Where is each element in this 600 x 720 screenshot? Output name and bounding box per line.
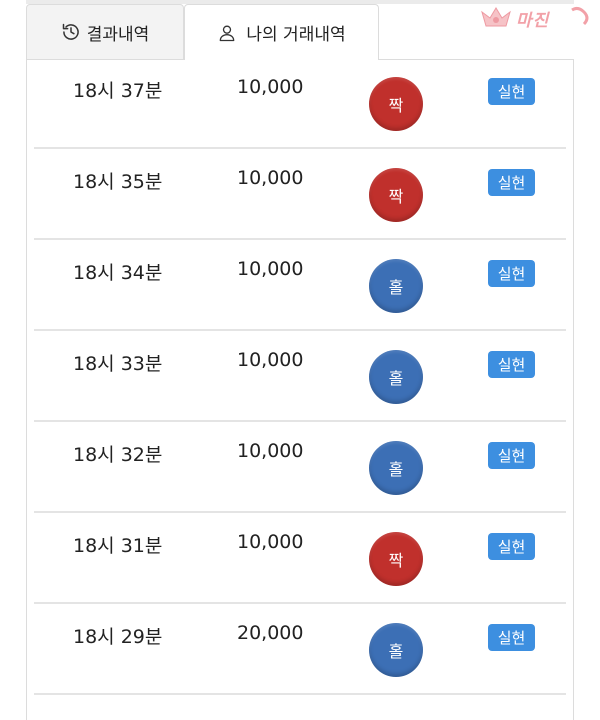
pick-ball: 홀 xyxy=(369,259,423,313)
user-icon xyxy=(220,25,235,41)
trade-amount: 10,000 xyxy=(237,258,304,280)
status-badge: 실현 xyxy=(488,351,535,378)
pick-ball: 짝 xyxy=(369,168,423,222)
history-icon xyxy=(62,23,79,40)
tab-results[interactable]: 결과내역 xyxy=(26,4,184,60)
trade-amount: 10,000 xyxy=(237,76,304,98)
trade-row: 18시 33분 10,000 홀 실현 xyxy=(34,331,566,422)
tab-results-label: 결과내역 xyxy=(86,24,150,45)
trade-row: 18시 32분 10,000 홀 실현 xyxy=(34,422,566,513)
watermark-logo-text: 마진 xyxy=(516,11,550,31)
trade-amount: 10,000 xyxy=(237,349,304,371)
trade-row: 18시 29분 20,000 홀 실현 xyxy=(34,604,566,695)
pick-ball: 홀 xyxy=(369,350,423,404)
pick-ball: 짝 xyxy=(369,77,423,131)
tab-my-trades[interactable]: 나의 거래내역 xyxy=(184,4,379,60)
trade-amount: 10,000 xyxy=(237,440,304,462)
watermark-logo: 마진 xyxy=(478,2,596,36)
trade-amount: 20,000 xyxy=(237,622,304,644)
trade-time: 18시 31분 xyxy=(73,535,163,557)
trade-row: 18시 34분 10,000 홀 실현 xyxy=(34,240,566,331)
status-badge: 실현 xyxy=(488,169,535,196)
trade-row: 18시 37분 10,000 짝 실현 xyxy=(34,58,566,149)
trade-time: 18시 34분 xyxy=(73,262,163,284)
status-badge: 실현 xyxy=(488,442,535,469)
status-badge: 실현 xyxy=(488,624,535,651)
pick-ball: 홀 xyxy=(369,441,423,495)
trade-amount: 10,000 xyxy=(237,167,304,189)
trade-time: 18시 29분 xyxy=(73,626,163,648)
status-badge: 실현 xyxy=(488,260,535,287)
trade-amount: 10,000 xyxy=(237,531,304,553)
trade-row: 18시 31분 10,000 짝 실현 xyxy=(34,513,566,604)
trade-time: 18시 37분 xyxy=(73,80,163,102)
trade-time: 18시 35분 xyxy=(73,171,163,193)
trade-time: 18시 32분 xyxy=(73,444,163,466)
trade-time: 18시 33분 xyxy=(73,353,163,375)
status-badge: 실현 xyxy=(488,78,535,105)
pick-ball: 짝 xyxy=(369,532,423,586)
status-badge: 실현 xyxy=(488,533,535,560)
pick-ball: 홀 xyxy=(369,623,423,677)
tab-my-trades-label: 나의 거래내역 xyxy=(246,25,346,45)
trade-row: 18시 35분 10,000 짝 실현 xyxy=(34,149,566,240)
